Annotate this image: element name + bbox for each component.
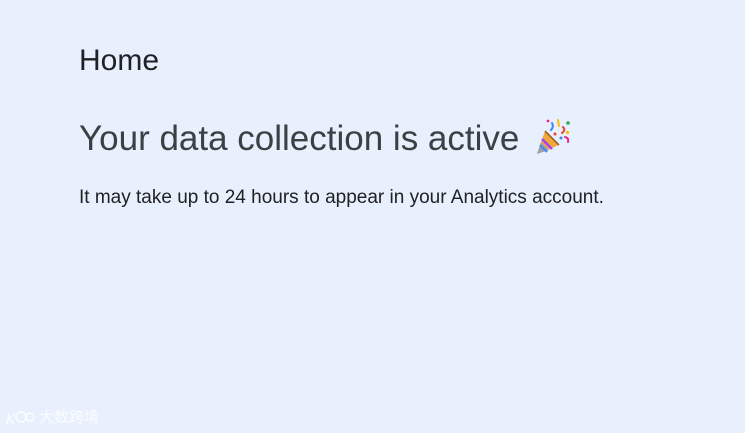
watermark: K 大数跨境 — [6, 409, 100, 428]
watermark-logo-icon: K — [6, 409, 36, 428]
status-description: It may take up to 24 hours to appear in … — [79, 187, 604, 208]
watermark-text: 大数跨境 — [39, 409, 100, 426]
party-popper-icon — [533, 117, 573, 157]
status-headline-text: Your data collection is active — [79, 119, 520, 158]
page-title: Home — [79, 44, 160, 77]
status-headline: Your data collection is active — [79, 117, 573, 161]
svg-text:K: K — [6, 412, 17, 427]
